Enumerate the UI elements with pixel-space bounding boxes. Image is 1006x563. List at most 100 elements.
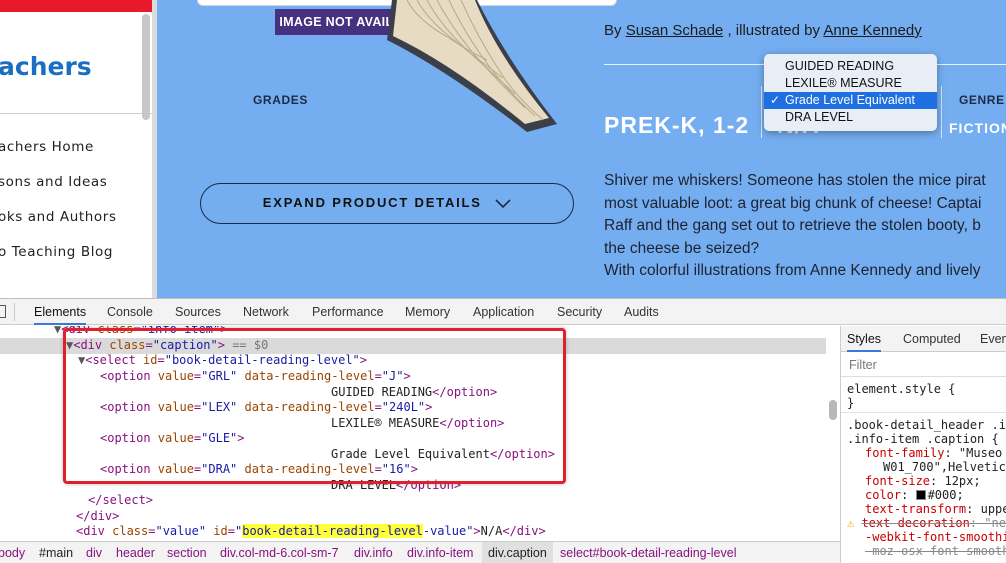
dom-breadcrumb: body #main div header section div.col-md… [0, 541, 840, 563]
dom-text-grade-level-equivalent[interactable]: Grade Level Equivalent</option> [331, 447, 555, 463]
elements-scrollbar[interactable] [829, 400, 837, 420]
element-style-rule[interactable]: element.style { [847, 382, 955, 396]
breadcrumb-main[interactable]: #main [39, 542, 73, 563]
dom-node-select-close[interactable]: </select> [88, 493, 153, 509]
author-link[interactable]: Susan Schade [626, 22, 724, 39]
product-header: IMAGE NOT AVAILABLE By Susan Schade , il… [157, 0, 1006, 298]
description-line: Raff and the gang set out to retrieve th… [604, 217, 981, 234]
brand-bar [0, 0, 152, 12]
tab-application[interactable]: Application [473, 299, 534, 325]
dom-node-value[interactable]: <div class="value" id="book-detail-readi… [76, 524, 546, 538]
breadcrumb-header[interactable]: header [116, 542, 155, 563]
option-label: Grade Level Equivalent [785, 93, 915, 107]
tab-console[interactable]: Console [107, 299, 153, 325]
book-image [387, 0, 557, 132]
dropdown-option-grade-level-equivalent[interactable]: ✓ Grade Level Equivalent [764, 92, 937, 109]
css-prop-font-family[interactable]: font-family: "Museo [865, 446, 1002, 460]
chevron-down-icon [495, 198, 511, 208]
description-line: the cheese be seized? [604, 239, 760, 257]
breadcrumb-div[interactable]: div [86, 542, 102, 563]
tab-computed[interactable]: Computed [903, 326, 961, 352]
description-line: With colorful illustrations from Anne Ke… [604, 262, 981, 279]
tab-network[interactable]: Network [243, 299, 289, 325]
tab-separator [14, 303, 15, 321]
checkmark-icon: ✓ [770, 93, 781, 107]
breadcrumb-info-item[interactable]: div.info-item [407, 542, 473, 563]
grades-label: GRADES [253, 93, 308, 107]
tab-sources[interactable]: Sources [175, 299, 221, 325]
device-toolbar-icon[interactable] [0, 305, 6, 318]
styles-filter-input[interactable]: Filter [849, 358, 877, 372]
sidebar-scrollbar[interactable] [142, 14, 150, 120]
css-selector[interactable]: .info-item .caption { [847, 432, 999, 446]
dom-node-div-close[interactable]: </div> [76, 509, 119, 525]
dom-node-caption-selected[interactable]: ▼<div class="caption"> == $0 [0, 338, 826, 354]
option-label: LEXILE® MEASURE [785, 76, 902, 90]
dom-node-option-lex[interactable]: <option value="LEX" data-reading-level="… [100, 400, 432, 416]
meta-divider [941, 86, 942, 138]
css-selector[interactable]: .book-detail_header .i [847, 418, 1006, 432]
site-brand-title[interactable]: achers [0, 52, 92, 81]
tab-security[interactable]: Security [557, 299, 602, 325]
elements-tree[interactable]: ▼<div class="info-item"> ▼<div class="ca… [0, 326, 826, 538]
grades-value: PREK-K, 1-2 [604, 112, 750, 138]
tab-elements[interactable]: Elements [34, 299, 87, 325]
css-prop-text-decoration[interactable]: ⚠ text-decoration: "ne [847, 516, 1006, 530]
meta-divider [761, 86, 762, 138]
warning-icon: ⚠ [847, 516, 862, 530]
rule-divider [841, 412, 1006, 413]
product-description: Shiver me whiskers! Someone has stolen t… [604, 170, 1006, 283]
dom-node-select[interactable]: ▼<select id="book-detail-reading-level"> [78, 353, 367, 369]
breadcrumb-section[interactable]: section [167, 542, 207, 563]
sidebar-divider [0, 113, 152, 114]
description-line: most valuable loot: a great big chunk of… [604, 194, 982, 212]
css-close-brace: } [847, 396, 855, 410]
reading-level-dropdown[interactable]: GUIDED READING LEXILE® MEASURE ✓ Grade L… [764, 54, 937, 131]
sidebar-item-books-authors[interactable]: oks and Authors [0, 209, 117, 225]
sidebar-item-teachers-home[interactable]: achers Home [0, 139, 94, 155]
dom-node-option-dra[interactable]: <option value="DRA" data-reading-level="… [100, 462, 418, 478]
breadcrumb-info[interactable]: div.info [354, 542, 393, 563]
option-label: GUIDED READING [785, 59, 895, 73]
sidebar-item-lessons[interactable]: sons and Ideas [0, 174, 107, 190]
author-byline: By Susan Schade , illustrated by Anne Ke… [604, 22, 922, 39]
breadcrumb-select[interactable]: select#book-detail-reading-level [560, 542, 737, 563]
css-prop-webkit-smoothing[interactable]: -webkit-font-smoothi [865, 530, 1006, 544]
color-swatch[interactable] [915, 490, 926, 500]
genre-value: FICTION [949, 120, 1006, 136]
tab-styles[interactable]: Styles [847, 326, 882, 352]
expand-product-details-button[interactable]: EXPAND PRODUCT DETAILS [200, 183, 574, 224]
css-prop-color[interactable]: color: #000; [865, 488, 964, 502]
dropdown-option-lexile[interactable]: LEXILE® MEASURE [764, 75, 937, 92]
dom-node-info-item[interactable]: ▼<div class="info-item"> [54, 326, 227, 338]
illustrator-link[interactable]: Anne Kennedy [823, 22, 921, 39]
styles-tab-bar: Styles Computed Even [841, 326, 1006, 352]
dom-text-guided-reading[interactable]: GUIDED READING</option> [331, 385, 497, 401]
css-prop-moz-smoothing[interactable]: -moz-osx-font-smooth [865, 544, 1006, 558]
tab-performance[interactable]: Performance [312, 299, 384, 325]
devtools-panel: Elements Console Sources Network Perform… [0, 298, 1006, 563]
css-prop-text-transform[interactable]: text-transform: uppe [865, 502, 1006, 516]
tab-memory[interactable]: Memory [405, 299, 450, 325]
breadcrumb-col[interactable]: div.col-md-6.col-sm-7 [220, 542, 339, 563]
description-line: Shiver me whiskers! Someone has stolen t… [604, 172, 986, 189]
dom-text-dra-level[interactable]: DRA LEVEL</option> [331, 478, 461, 494]
sidebar-item-teaching-blog[interactable]: o Teaching Blog [0, 244, 113, 260]
tab-event-listeners[interactable]: Even [980, 326, 1006, 352]
byline-prefix: By [604, 22, 622, 39]
dropdown-option-guided-reading[interactable]: GUIDED READING [764, 58, 937, 75]
devtools-tab-bar: Elements Console Sources Network Perform… [0, 299, 1006, 325]
site-sidebar: achers achers Home sons and Ideas oks an… [0, 0, 152, 298]
breadcrumb-body[interactable]: body [0, 542, 25, 563]
option-label: DRA LEVEL [785, 110, 854, 124]
dom-node-option-gle[interactable]: <option value="GLE"> [100, 431, 245, 447]
css-prop-font-size[interactable]: font-size: 12px; [865, 474, 981, 488]
styles-sidebar: Styles Computed Even Filter element.styl… [840, 326, 1006, 563]
dropdown-option-dra-level[interactable]: DRA LEVEL [764, 109, 937, 126]
byline-illustrated-by: , illustrated by [727, 22, 820, 39]
dom-node-option-grl[interactable]: <option value="GRL" data-reading-level="… [100, 369, 411, 385]
css-value-font-family: W01_700",Helvetic [883, 460, 1006, 474]
tab-audits[interactable]: Audits [624, 299, 659, 325]
dom-text-lexile[interactable]: LEXILE® MEASURE</option> [331, 416, 504, 432]
breadcrumb-caption-selected[interactable]: div.caption [482, 542, 553, 563]
